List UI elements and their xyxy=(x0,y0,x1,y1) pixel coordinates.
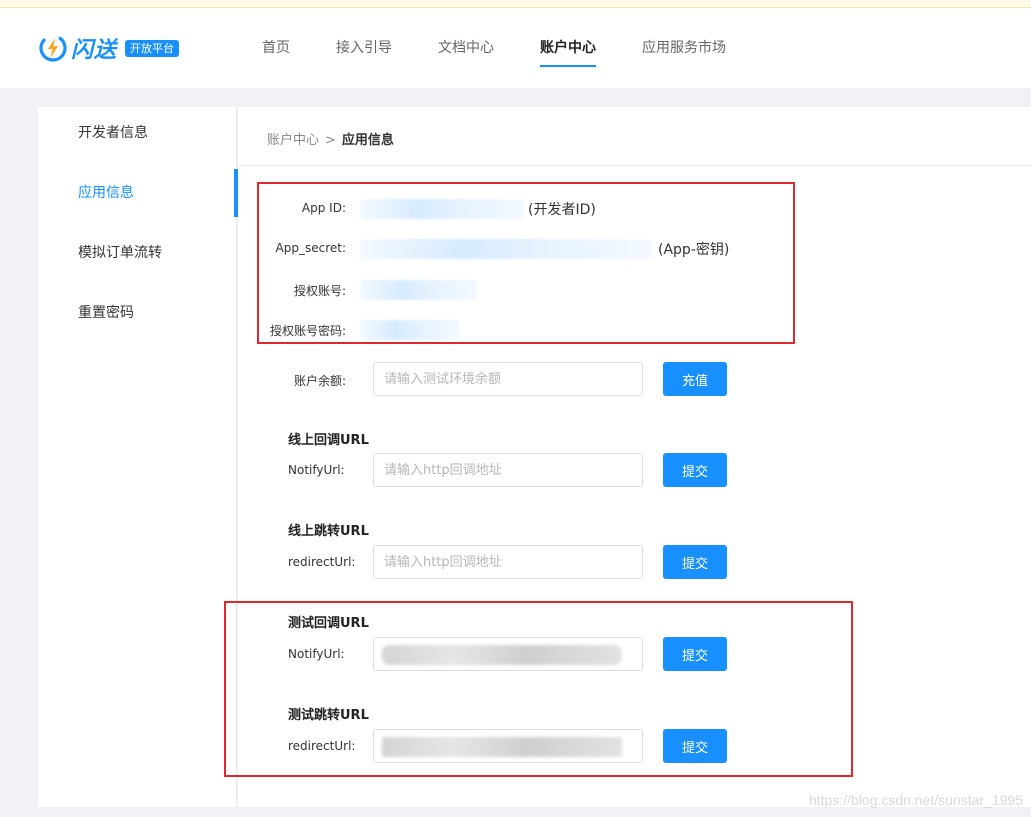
nav-docs[interactable]: 文档中心 xyxy=(438,8,494,88)
online-notify-title: 线上回调URL xyxy=(288,433,369,448)
nav-account-center[interactable]: 账户中心 xyxy=(540,8,596,88)
header: 闪送 开放平台 首页 接入引导 文档中心 账户中心 应用服务市场 xyxy=(0,8,1031,88)
breadcrumb-current: 应用信息 xyxy=(341,133,394,148)
brand-logo[interactable]: 闪送 开放平台 xyxy=(38,32,180,64)
credentials-highlight-box xyxy=(257,182,795,344)
test-urls-highlight-box xyxy=(224,601,853,777)
balance-label: 账户余额: xyxy=(293,374,346,388)
online-redirect-submit-button[interactable]: 提交 xyxy=(663,545,727,579)
watermark: https://blog.csdn.net/sunstar_1995 xyxy=(808,792,1023,808)
breadcrumb-separator: > xyxy=(325,133,336,148)
online-notify-label: NotifyUrl: xyxy=(288,463,345,477)
sidebar-item-mock-order[interactable]: 模拟订单流转 xyxy=(38,228,237,278)
breadcrumb: 账户中心 > 应用信息 xyxy=(267,129,394,148)
sidebar-item-developer-info[interactable]: 开发者信息 xyxy=(38,108,237,158)
sidebar: 开发者信息 应用信息 模拟订单流转 重置密码 xyxy=(38,107,238,807)
nav-app-market[interactable]: 应用服务市场 xyxy=(642,8,726,88)
lightning-logo-icon xyxy=(39,34,67,62)
online-redirect-label: redirectUrl: xyxy=(288,555,356,569)
nav-guide[interactable]: 接入引导 xyxy=(336,8,392,88)
brand-badge: 开放平台 xyxy=(125,39,180,57)
balance-input[interactable] xyxy=(373,362,643,396)
top-nav: 首页 接入引导 文档中心 账户中心 应用服务市场 xyxy=(262,8,772,88)
recharge-button[interactable]: 充值 xyxy=(663,362,727,396)
online-redirect-title: 线上跳转URL xyxy=(288,524,369,539)
sidebar-item-app-info[interactable]: 应用信息 xyxy=(38,168,238,218)
breadcrumb-divider xyxy=(238,165,1031,166)
sidebar-item-reset-password[interactable]: 重置密码 xyxy=(38,288,237,338)
online-redirect-input[interactable] xyxy=(373,545,643,579)
online-notify-input[interactable] xyxy=(373,453,643,487)
online-notify-submit-button[interactable]: 提交 xyxy=(663,453,727,487)
top-notice-strip xyxy=(0,0,1031,8)
nav-home[interactable]: 首页 xyxy=(262,8,290,88)
brand-name: 闪送 xyxy=(71,38,118,63)
breadcrumb-parent[interactable]: 账户中心 xyxy=(267,133,319,148)
